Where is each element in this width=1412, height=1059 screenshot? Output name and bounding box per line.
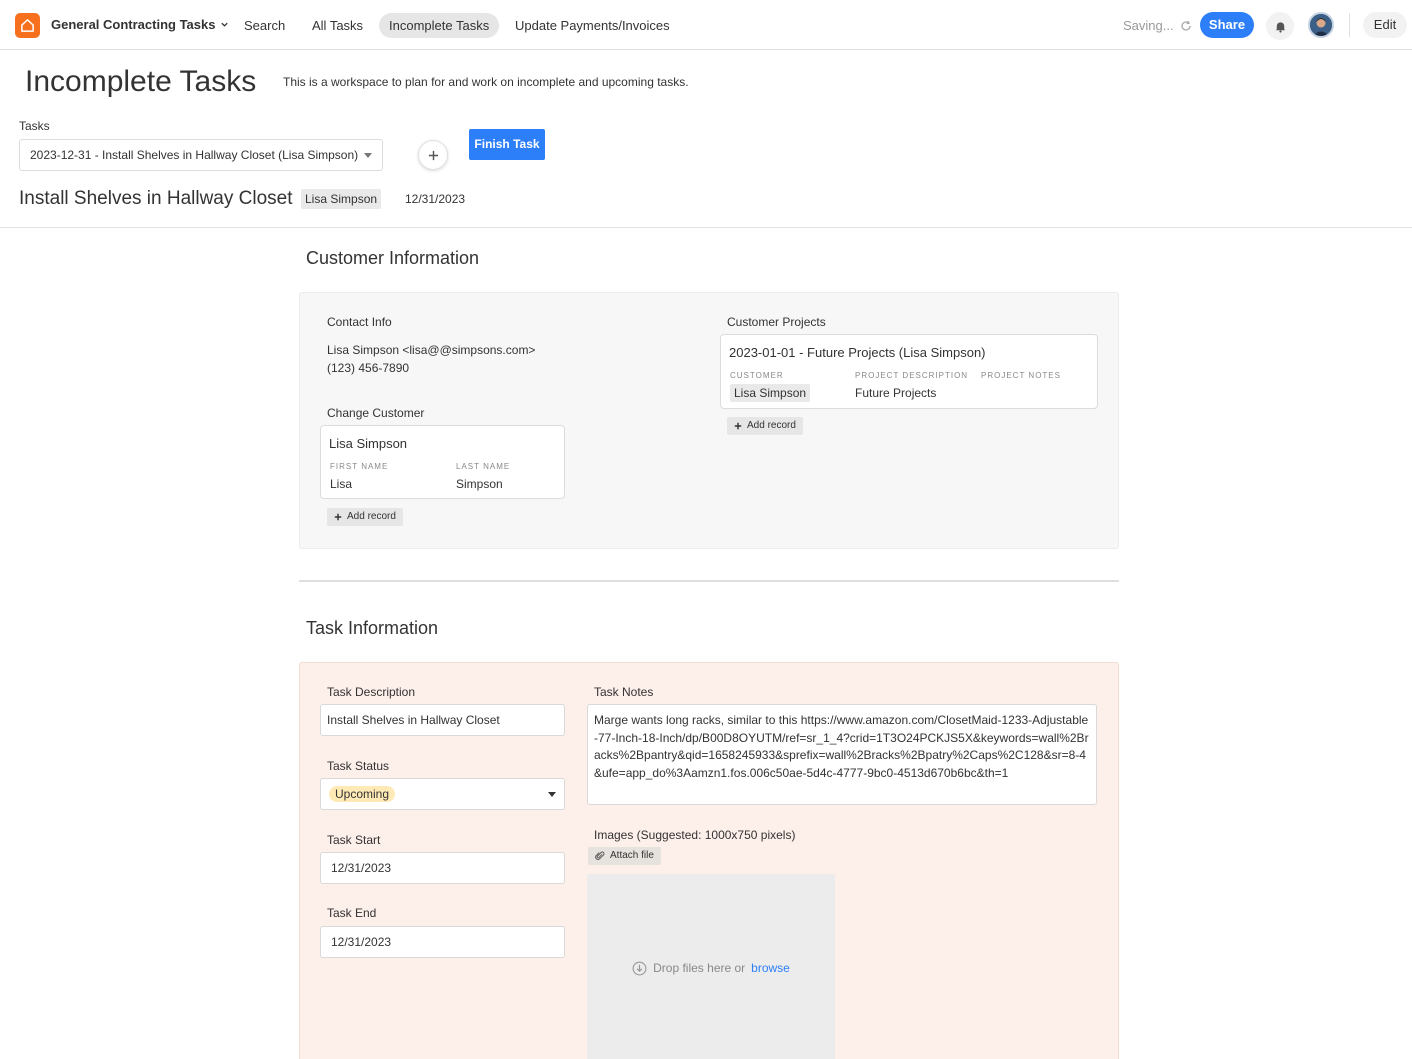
task-status-label: Task Status (327, 759, 390, 773)
status-badge: Upcoming (329, 786, 396, 802)
task-select[interactable]: 2023-12-31 - Install Shelves in Hallway … (19, 139, 383, 171)
tab-all-tasks[interactable]: All Tasks (302, 13, 373, 38)
contact-line-1: Lisa Simpson <lisa@@simpsons.com> (327, 343, 536, 357)
browse-link[interactable]: browse (751, 961, 790, 975)
customer-panel (299, 292, 1119, 549)
chevron-down-icon (221, 22, 229, 27)
dropdown-caret-icon (548, 792, 556, 797)
first-name-value: Lisa (330, 477, 353, 491)
drop-files-text: Drop files here or (653, 961, 746, 975)
task-section-title: Task Information (306, 618, 439, 638)
project-notes-label: PROJECT NOTES (981, 371, 1061, 380)
header-divider (0, 227, 1412, 228)
app-name-menu[interactable]: General Contracting Tasks (51, 17, 229, 32)
tab-search[interactable]: Search (234, 13, 295, 38)
project-customer-label: CUSTOMER (730, 371, 784, 380)
task-notes-label: Task Notes (594, 685, 654, 699)
contact-line-2: (123) 456-7890 (327, 361, 410, 375)
plus-icon (428, 150, 438, 160)
project-card-title: 2023-01-01 - Future Projects (Lisa Simps… (729, 345, 986, 360)
last-name-value: Simpson (456, 477, 503, 491)
add-record-label: Add record (347, 511, 396, 522)
attach-file-label: Attach file (610, 850, 654, 861)
task-description-input[interactable]: Install Shelves in Hallway Closet (320, 704, 565, 736)
plus-icon (734, 422, 742, 430)
add-record-label: Add record (747, 420, 796, 431)
avatar[interactable] (1308, 12, 1334, 38)
add-customer-record-button[interactable]: Add record (327, 508, 403, 526)
top-bar: General Contracting Tasks Search All Tas… (0, 0, 1412, 50)
project-description-value: Future Projects (855, 386, 937, 400)
images-label: Images (Suggested: 1000x750 pixels) (594, 828, 796, 842)
toolbar-divider (1349, 13, 1350, 37)
tab-update-payments-invoices[interactable]: Update Payments/Invoices (505, 13, 680, 38)
customer-card-title: Lisa Simpson (329, 436, 408, 451)
record-title: Install Shelves in Hallway Closet (19, 188, 293, 209)
tab-incomplete-tasks[interactable]: Incomplete Tasks (379, 13, 500, 38)
project-customer-chip: Lisa Simpson (730, 384, 811, 402)
file-dropzone[interactable]: Drop files here or browse (587, 874, 835, 1059)
share-button[interactable]: Share (1200, 12, 1254, 38)
plus-icon (334, 513, 342, 521)
paperclip-icon (595, 851, 605, 860)
customer-projects-label: Customer Projects (727, 315, 826, 329)
contact-info-label: Contact Info (327, 315, 392, 329)
task-description-label: Task Description (327, 685, 416, 699)
task-end-label: Task End (327, 906, 377, 920)
task-status-select[interactable]: Upcoming (320, 778, 565, 810)
add-task-button[interactable] (418, 140, 448, 170)
record-date: 12/31/2023 (405, 192, 466, 206)
first-name-label: FIRST NAME (330, 462, 389, 471)
customer-card[interactable]: Lisa Simpson FIRST NAME Lisa LAST NAME S… (320, 425, 565, 499)
page-description: This is a workspace to plan for and work… (283, 75, 689, 89)
finish-task-button[interactable]: Finish Task (469, 129, 545, 160)
add-project-record-button[interactable]: Add record (727, 417, 803, 435)
saving-text: Saving... (1123, 18, 1174, 33)
download-icon (632, 961, 647, 975)
last-name-label: LAST NAME (456, 462, 511, 471)
notifications-button[interactable] (1266, 12, 1294, 40)
edit-button[interactable]: Edit (1363, 12, 1407, 38)
task-start-label: Task Start (327, 833, 381, 847)
change-customer-label: Change Customer (327, 406, 425, 420)
saving-status: Saving... (1123, 18, 1192, 33)
sync-icon (1181, 20, 1191, 31)
dropzone-text: Drop files here or browse (632, 961, 790, 976)
attach-file-button[interactable]: Attach file (588, 847, 661, 865)
customer-section-title: Customer Information (306, 248, 480, 268)
dropdown-caret-icon (364, 153, 372, 158)
home-icon[interactable] (15, 13, 40, 38)
app-name: General Contracting Tasks (51, 17, 216, 32)
task-select-value: 2023-12-31 - Install Shelves in Hallway … (30, 148, 359, 162)
bell-icon (1275, 21, 1285, 33)
page-title: Incomplete Tasks (25, 65, 257, 98)
task-start-input[interactable]: 12/31/2023 (320, 852, 565, 884)
task-end-input[interactable]: 12/31/2023 (320, 926, 565, 958)
task-notes-textarea[interactable]: Marge wants long racks, similar to this … (587, 704, 1097, 805)
record-customer-chip: Lisa Simpson (301, 189, 382, 209)
tasks-label: Tasks (19, 119, 50, 133)
section-divider (299, 580, 1119, 582)
project-card[interactable]: 2023-01-01 - Future Projects (Lisa Simps… (720, 334, 1098, 409)
project-description-label: PROJECT DESCRIPTION (855, 371, 969, 380)
